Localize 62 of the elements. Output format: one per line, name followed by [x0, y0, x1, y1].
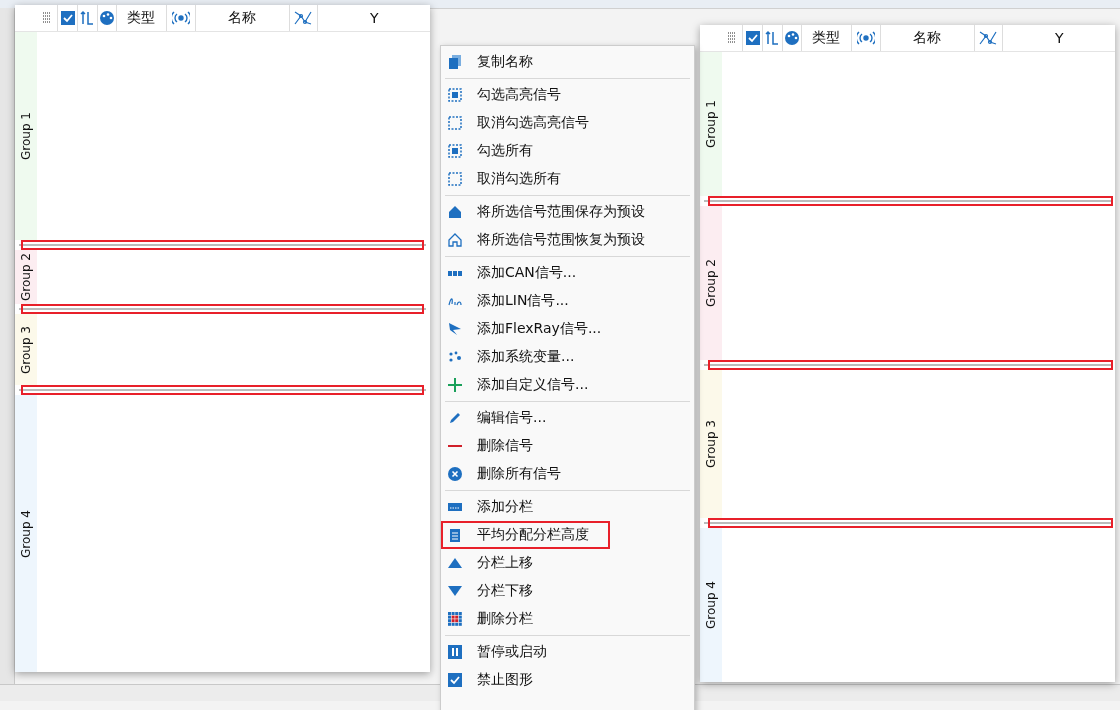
menu-item[interactable]: 分栏下移: [441, 577, 694, 605]
group-label: Group 4: [19, 509, 33, 558]
menu-item[interactable]: 分栏上移: [441, 549, 694, 577]
checkbox-icon: [447, 672, 463, 688]
grid-icon: [447, 611, 463, 627]
wing-logo-icon: [447, 321, 463, 337]
house-outline-icon: [447, 232, 463, 248]
menu-item[interactable]: 删除信号: [441, 432, 694, 460]
menu-item[interactable]: 勾选所有: [441, 137, 694, 165]
sort-icon[interactable]: [79, 10, 96, 26]
minus-icon: [447, 445, 463, 447]
menu-item[interactable]: 取消勾选所有: [441, 165, 694, 193]
group-label: Group 2: [704, 258, 718, 307]
column-header[interactable]: Y: [369, 10, 379, 26]
broadcast-icon: [171, 11, 190, 25]
menu-item[interactable]: 添加FlexRay信号...: [441, 315, 694, 343]
menu-item[interactable]: 添加CAN信号...: [441, 259, 694, 287]
group-label: Group 3: [704, 420, 718, 468]
filled-dotted-square-icon: [447, 143, 463, 159]
menu-item[interactable]: 添加自定义信号...: [441, 371, 694, 399]
pause-icon: [447, 644, 463, 660]
copy-icon: [447, 54, 463, 70]
menu-item[interactable]: 删除分栏: [441, 605, 694, 633]
menu-item[interactable]: 勾选高亮信号: [441, 81, 694, 109]
column-header[interactable]: 名称: [228, 9, 256, 27]
checkbox-icon[interactable]: [59, 10, 76, 26]
column-header[interactable]: Y: [1054, 30, 1064, 46]
close-circle-icon: [447, 466, 463, 482]
menu-item[interactable]: 添加分栏: [441, 493, 694, 521]
menu-item[interactable]: 添加系统变量...: [441, 343, 694, 371]
column-header[interactable]: 名称: [913, 29, 941, 47]
sort-icon[interactable]: [764, 30, 781, 46]
group-label: Group 3: [19, 325, 33, 374]
group-label: Group 1: [19, 111, 33, 160]
column-header[interactable]: 类型: [812, 29, 841, 47]
menu-item[interactable]: 编辑信号...: [441, 404, 694, 432]
pencil-icon: [447, 410, 463, 426]
menu-item[interactable]: 删除所有信号: [441, 460, 694, 488]
dotted-square-icon: [447, 115, 463, 131]
palette-icon[interactable]: [98, 10, 115, 26]
menu-item[interactable]: 暂停或启动: [441, 638, 694, 666]
group-label: Group 2: [19, 252, 33, 301]
group-label: Group 4: [704, 581, 718, 630]
palette-icon[interactable]: [783, 30, 800, 46]
column-header[interactable]: 类型: [127, 9, 156, 27]
plus-icon: [447, 377, 463, 393]
menu-item[interactable]: 取消勾选高亮信号: [441, 109, 694, 137]
menu-item[interactable]: 禁止图形: [441, 666, 694, 694]
checkbox-icon[interactable]: [744, 30, 761, 46]
menu-item[interactable]: 添加LIN信号...: [441, 287, 694, 315]
clipboard-icon: [447, 527, 463, 543]
line-chart-icon: [293, 10, 314, 26]
house-icon: [447, 204, 463, 220]
menu-item[interactable]: 将所选信号范围保存为预设: [441, 198, 694, 226]
dotted-square-icon: [447, 171, 463, 187]
broadcast-icon: [856, 31, 875, 45]
group-label: Group 1: [704, 100, 718, 148]
filled-dotted-square-icon: [447, 87, 463, 103]
menu-item[interactable]: 平均分配分栏高度: [441, 521, 610, 549]
line-chart-icon: [978, 30, 999, 46]
menu-item[interactable]: 复制名称: [441, 48, 694, 76]
menu-item[interactable]: 将所选信号范围恢复为预设: [441, 226, 694, 254]
